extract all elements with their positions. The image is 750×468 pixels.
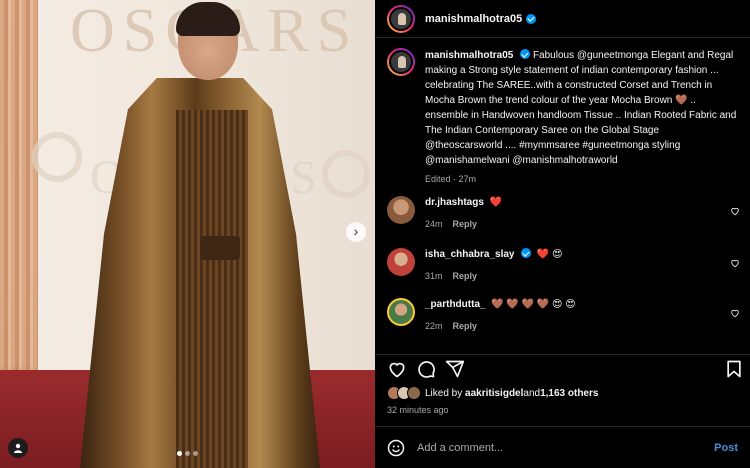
commenter-username[interactable]: isha_chhabra_slay bbox=[425, 249, 515, 260]
caption-meta: Edited · 27m bbox=[425, 174, 477, 184]
comment-time: 24m bbox=[425, 219, 443, 229]
comment-item: _parthdutta_ 🤎 🤎 🤎 🤎 😍 😍 22m Reply bbox=[387, 298, 742, 333]
post-photo[interactable]: OSCARS OSCARS › bbox=[0, 0, 375, 468]
commenter-username[interactable]: dr.jhashtags bbox=[425, 197, 484, 208]
commenter-avatar[interactable] bbox=[387, 196, 415, 224]
liker-avatar bbox=[407, 386, 421, 400]
post-header: manishmalhotra05 bbox=[375, 0, 750, 38]
carousel-next-button[interactable]: › bbox=[346, 222, 366, 242]
comment-text: ❤️ 😍 bbox=[536, 249, 563, 260]
comment-item: isha_chhabra_slay ❤️ 😍 31m Reply bbox=[387, 248, 742, 283]
emoji-icon[interactable] bbox=[387, 439, 405, 457]
user-tag-icon bbox=[14, 443, 22, 453]
caption-text: Fabulous @guneetmonga Elegant and Regal … bbox=[425, 50, 737, 166]
add-comment-input[interactable]: Add a comment... bbox=[417, 442, 714, 454]
reply-button[interactable]: Reply bbox=[453, 219, 478, 229]
commenter-avatar[interactable] bbox=[387, 298, 415, 326]
post-actions-bar bbox=[375, 354, 750, 380]
share-icon[interactable] bbox=[445, 359, 465, 379]
heart-icon[interactable] bbox=[730, 308, 740, 318]
comment-time: 22m bbox=[425, 321, 443, 331]
likes-prefix: Liked by bbox=[425, 387, 463, 399]
bookmark-icon[interactable] bbox=[724, 359, 744, 379]
carousel-dot bbox=[177, 451, 182, 456]
post-comment-button[interactable]: Post bbox=[714, 442, 738, 454]
heart-icon[interactable] bbox=[730, 258, 740, 268]
verified-badge-icon bbox=[521, 248, 532, 258]
figure-clutch bbox=[200, 236, 240, 260]
photo-curtain bbox=[0, 0, 38, 380]
heart-icon[interactable] bbox=[730, 206, 740, 216]
tagged-users-button[interactable] bbox=[8, 438, 28, 458]
post-side-panel: manishmalhotra05 manishmalhotra05 Fabulo… bbox=[375, 0, 750, 468]
reply-button[interactable]: Reply bbox=[453, 271, 478, 281]
carousel-dots bbox=[177, 451, 198, 456]
comment-text: ❤️ bbox=[489, 197, 502, 208]
commenter-username[interactable]: _parthdutta_ bbox=[425, 299, 486, 310]
verified-badge-icon bbox=[520, 49, 531, 59]
caption-username[interactable]: manishmalhotra05 bbox=[425, 50, 513, 61]
verified-badge-icon bbox=[526, 13, 537, 24]
likes-others[interactable]: 1,163 others bbox=[540, 388, 598, 399]
reply-button[interactable]: Reply bbox=[453, 321, 478, 331]
carousel-dot bbox=[185, 451, 190, 456]
likes-summary[interactable]: Liked by aakritisigdel and 1,163 others bbox=[387, 386, 598, 400]
author-username[interactable]: manishmalhotra05 bbox=[425, 13, 522, 25]
backdrop-ring bbox=[32, 132, 82, 182]
likes-joiner: and bbox=[523, 387, 541, 399]
heart-icon[interactable] bbox=[387, 359, 407, 379]
liker-avatars bbox=[387, 386, 421, 400]
comment-time: 31m bbox=[425, 271, 443, 281]
post-timestamp[interactable]: 32 minutes ago bbox=[387, 405, 449, 415]
comments-list[interactable]: manishmalhotra05 Fabulous @guneetmonga E… bbox=[375, 48, 750, 348]
comment-icon[interactable] bbox=[416, 359, 436, 379]
comment-item: dr.jhashtags ❤️ 24m Reply bbox=[387, 196, 742, 231]
author-avatar[interactable] bbox=[387, 4, 415, 33]
caption-avatar[interactable] bbox=[387, 48, 415, 76]
backdrop-ring bbox=[322, 150, 370, 198]
chevron-right-icon: › bbox=[353, 223, 359, 239]
add-comment-bar: Add a comment... Post bbox=[375, 426, 750, 468]
likes-user[interactable]: aakritisigdel bbox=[465, 388, 523, 399]
carousel-dot bbox=[193, 451, 198, 456]
post-caption: manishmalhotra05 Fabulous @guneetmonga E… bbox=[375, 48, 750, 187]
figure-saree bbox=[176, 110, 248, 468]
commenter-avatar[interactable] bbox=[387, 248, 415, 276]
comment-text: 🤎 🤎 🤎 🤎 😍 😍 bbox=[491, 299, 576, 310]
